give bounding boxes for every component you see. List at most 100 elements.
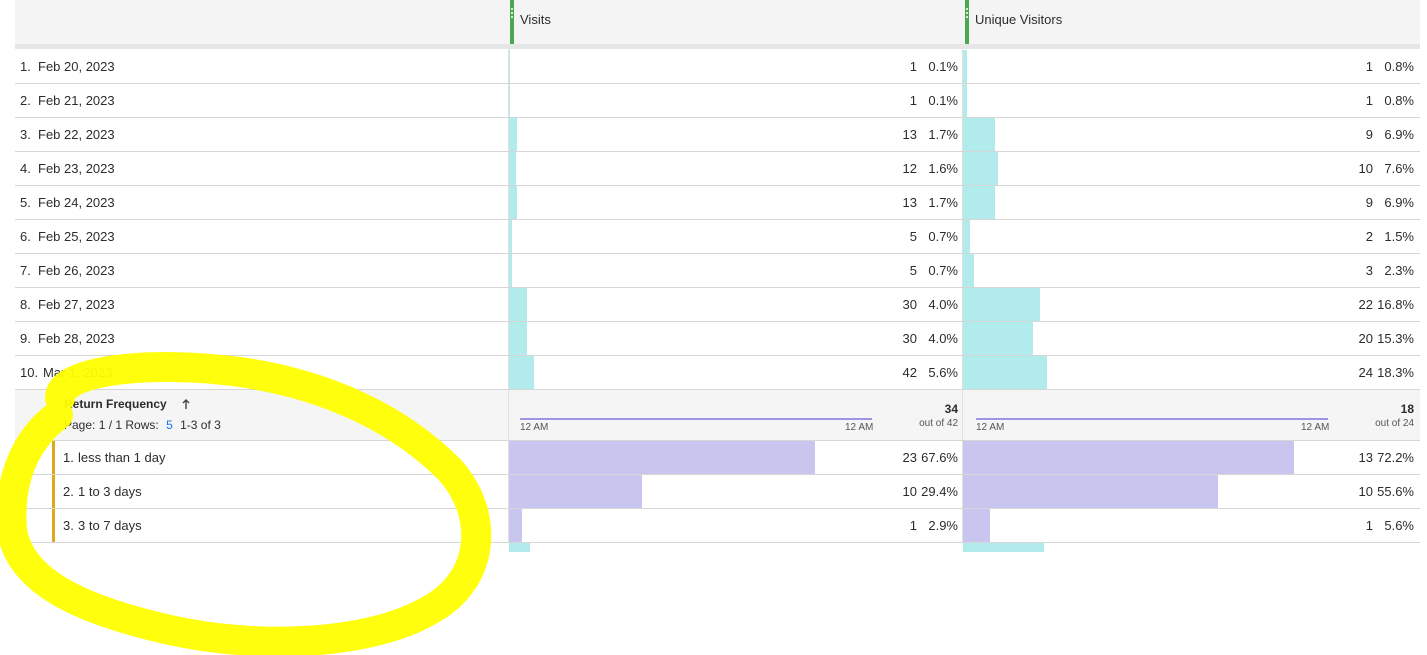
- visits-column-header[interactable]: Visits: [520, 12, 551, 27]
- row-rank: 2.: [20, 93, 31, 108]
- row-rank: 5.: [20, 195, 31, 210]
- visits-axis-end: 12 AM: [845, 422, 874, 433]
- uv-value: 1: [1365, 93, 1373, 108]
- visits-bar: [509, 288, 528, 321]
- visits-bar: [509, 118, 517, 151]
- row-divider: [15, 253, 1420, 254]
- breakdown-label[interactable]: 1 to 3 days: [78, 484, 142, 499]
- visits-percent: 1.6%: [928, 161, 958, 176]
- uv-bar: [963, 84, 967, 117]
- unique-visitors-column-header[interactable]: Unique Visitors: [975, 12, 1062, 27]
- uv-bar: [963, 118, 995, 151]
- unique-visitors-column-drag-handle[interactable]: [965, 0, 969, 44]
- range-label: 1-3 of 3: [180, 418, 221, 432]
- visits-percent: 1.7%: [928, 127, 958, 142]
- row-divider: [15, 508, 1420, 509]
- breakdown-uv-percent: 5.6%: [1384, 518, 1414, 533]
- visits-bar: [509, 84, 510, 117]
- row-divider: [15, 151, 1420, 152]
- visits-column-drag-handle[interactable]: [510, 0, 514, 44]
- uv-percent: 7.6%: [1384, 161, 1414, 176]
- breakdown-title[interactable]: Return Frequency: [64, 397, 167, 411]
- visits-value: 13: [902, 127, 917, 142]
- row-label-date[interactable]: Feb 23, 2023: [38, 161, 115, 176]
- sort-arrow-up-icon[interactable]: [180, 398, 192, 410]
- breakdown-uv-value: 1: [1365, 518, 1373, 533]
- breakdown-rank: 2.: [63, 484, 74, 499]
- uv-bar: [963, 50, 967, 83]
- row-divider: [15, 389, 1420, 390]
- uv-bar: [963, 152, 998, 185]
- row-divider: [15, 83, 1420, 84]
- visits-percent: 0.7%: [928, 263, 958, 278]
- uv-value: 9: [1365, 127, 1373, 142]
- visits-value: 5: [909, 229, 917, 244]
- visits-value: 42: [902, 365, 917, 380]
- row-label-date[interactable]: Feb 22, 2023: [38, 127, 115, 142]
- breakdown-uv-bar: [963, 475, 1218, 508]
- breakdown-label[interactable]: 3 to 7 days: [78, 518, 142, 533]
- visits-percent: 4.0%: [928, 331, 958, 346]
- row-divider: [15, 287, 1420, 288]
- row-label-date[interactable]: Feb 24, 2023: [38, 195, 115, 210]
- breakdown-header: [15, 390, 1420, 440]
- uv-percent: 1.5%: [1384, 229, 1414, 244]
- visits-axis-start: 12 AM: [520, 422, 549, 433]
- row-divider: [15, 219, 1420, 220]
- breakdown-visits-value: 1: [909, 518, 917, 533]
- uv-overflow-bar: [963, 543, 1044, 552]
- breakdown-rank: 3.: [63, 518, 74, 533]
- breakdown-label[interactable]: less than 1 day: [78, 450, 165, 465]
- visits-percent: 5.6%: [928, 365, 958, 380]
- uv-percent: 6.9%: [1384, 195, 1414, 210]
- row-rank: 8.: [20, 297, 31, 312]
- row-label-date[interactable]: Feb 26, 2023: [38, 263, 115, 278]
- uv-value: 20: [1358, 331, 1373, 346]
- visits-percent: 0.1%: [928, 93, 958, 108]
- uv-breakdown-total: 18: [1400, 402, 1414, 416]
- visits-value: 1: [909, 59, 917, 74]
- uv-percent: 16.8%: [1377, 297, 1414, 312]
- breakdown-visits-bar: [509, 475, 643, 508]
- row-label-date[interactable]: Feb 21, 2023: [38, 93, 115, 108]
- row-label-date[interactable]: Feb 28, 2023: [38, 331, 115, 346]
- breakdown-uv-bar: [963, 441, 1294, 474]
- row-divider: [15, 117, 1420, 118]
- visits-bar: [509, 220, 513, 253]
- rows-label: Rows:: [125, 418, 159, 432]
- uv-bar: [963, 220, 970, 253]
- visits-percent: 0.7%: [928, 229, 958, 244]
- row-rank: 6.: [20, 229, 31, 244]
- rows-per-page-select[interactable]: 5: [166, 418, 173, 432]
- row-rank: 3.: [20, 127, 31, 142]
- breakdown-visits-percent: 2.9%: [928, 518, 958, 533]
- breakdown-rank: 1.: [63, 450, 74, 465]
- breakdown-uv-percent: 72.2%: [1377, 450, 1414, 465]
- row-rank: 4.: [20, 161, 31, 176]
- uv-percent: 0.8%: [1384, 59, 1414, 74]
- header-divider: [15, 44, 1420, 49]
- uv-breakdown-outof: out of 24: [1375, 418, 1414, 429]
- visits-value: 1: [909, 93, 917, 108]
- visits-percent: 0.1%: [928, 59, 958, 74]
- row-rank: 7.: [20, 263, 31, 278]
- table-header: [15, 0, 1420, 44]
- uv-percent: 18.3%: [1377, 365, 1414, 380]
- breakdown-parent-label: Mar 1, 2023: [14, 481, 26, 540]
- visits-bar: [509, 322, 528, 355]
- uv-value: 2: [1365, 229, 1373, 244]
- uv-bar: [963, 356, 1047, 389]
- row-label-date[interactable]: Feb 25, 2023: [38, 229, 115, 244]
- uv-bar: [963, 322, 1033, 355]
- row-label-date[interactable]: Feb 20, 2023: [38, 59, 115, 74]
- row-label-date[interactable]: Feb 27, 2023: [38, 297, 115, 312]
- breakdown-visits-bar: [509, 509, 523, 542]
- uv-axis-start: 12 AM: [976, 422, 1005, 433]
- visits-value: 13: [902, 195, 917, 210]
- visits-percent: 4.0%: [928, 297, 958, 312]
- visits-value: 30: [902, 297, 917, 312]
- row-label-date[interactable]: Mar 1, 2023: [43, 365, 112, 380]
- highlight-annotation: [0, 352, 492, 655]
- uv-bar: [963, 288, 1040, 321]
- uv-value: 3: [1365, 263, 1373, 278]
